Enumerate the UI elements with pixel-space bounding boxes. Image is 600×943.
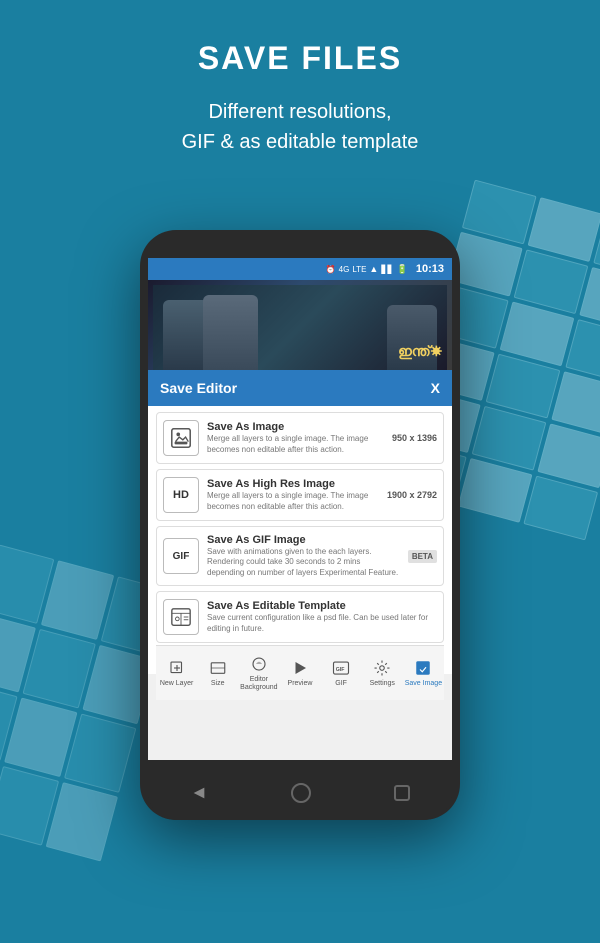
- modal-title: Save Editor: [160, 380, 237, 396]
- status-icons: ⏰ 4G LTE ▲ ▋▋ 🔋: [156, 264, 408, 275]
- save-image-desc: Merge all layers to a single image. The …: [207, 434, 384, 455]
- save-gif-icon-box: GIF: [163, 538, 199, 574]
- modal-body: Save As Image Merge all layers to a sing…: [148, 406, 452, 674]
- nav-preview[interactable]: Preview: [279, 658, 320, 688]
- save-hd-title: Save As High Res Image: [207, 478, 379, 490]
- save-gif-desc: Save with animations given to the each l…: [207, 547, 400, 578]
- gif-nav-label: GIF: [335, 680, 347, 688]
- svg-text:GIF: GIF: [336, 667, 346, 673]
- save-hd-content: Save As High Res Image Merge all layers …: [207, 478, 379, 512]
- save-template-icon-box: [163, 599, 199, 635]
- video-thumbnail: ഇന്ത്☀: [148, 280, 452, 370]
- save-image-icon-box: [163, 420, 199, 456]
- nav-new-layer[interactable]: New Layer: [156, 658, 197, 688]
- tile: [64, 713, 137, 793]
- size-icon: [207, 658, 229, 678]
- tile: [45, 782, 118, 862]
- modal-close-button[interactable]: X: [431, 380, 440, 396]
- phone-hardware-buttons: [148, 765, 452, 820]
- back-button[interactable]: [190, 784, 208, 802]
- save-image-nav-icon: [412, 658, 434, 678]
- status-time: 10:13: [416, 263, 444, 275]
- beta-label: BETA: [408, 550, 437, 563]
- header-subtitle: Different resolutions, GIF & as editable…: [0, 97, 600, 157]
- alarm-icon: ⏰: [326, 265, 336, 274]
- size-label: Size: [211, 680, 225, 688]
- editor-bg-icon: [248, 654, 270, 674]
- save-image-nav-label: Save Image: [405, 680, 442, 688]
- home-button[interactable]: [291, 783, 311, 803]
- preview-label: Preview: [288, 680, 313, 688]
- subtitle-line1: Different resolutions,: [208, 101, 391, 123]
- save-hd-resolution: 1900 x 2792: [387, 490, 437, 500]
- save-hd-desc: Merge all layers to a single image. The …: [207, 491, 379, 512]
- save-image-resolution: 950 x 1396: [392, 433, 437, 443]
- signal-bars-icon: ▋▋: [381, 265, 393, 274]
- nav-gif[interactable]: GIF GIF: [321, 658, 362, 688]
- video-overlay-text: ഇന്ത്☀: [398, 343, 442, 360]
- modal-header: Save Editor X: [148, 370, 452, 406]
- bottom-nav-bar: New Layer Size: [156, 645, 444, 700]
- image-save-icon: [170, 427, 192, 449]
- save-template-title: Save As Editable Template: [207, 600, 437, 612]
- tile: [458, 458, 533, 523]
- new-layer-label: New Layer: [160, 680, 193, 688]
- wifi-icon: ▲: [369, 264, 378, 274]
- gif-icon: GIF: [173, 551, 190, 562]
- page-title: SAVE FILES: [0, 40, 600, 77]
- save-template-option[interactable]: Save As Editable Template Save current c…: [156, 591, 444, 643]
- save-hd-icon-box: HD: [163, 477, 199, 513]
- template-icon: [170, 606, 192, 628]
- save-image-content: Save As Image Merge all layers to a sing…: [207, 421, 384, 455]
- gif-nav-icon: GIF: [330, 658, 352, 678]
- save-image-title: Save As Image: [207, 421, 384, 433]
- save-gif-badge: BETA: [408, 551, 437, 561]
- tile: [523, 476, 598, 541]
- save-gif-title: Save As GIF Image: [207, 534, 400, 546]
- nav-size[interactable]: Size: [197, 658, 238, 688]
- save-template-desc: Save current configuration like a psd fi…: [207, 613, 437, 634]
- save-image-option[interactable]: Save As Image Merge all layers to a sing…: [156, 412, 444, 464]
- signal-icon: 4G: [339, 265, 350, 274]
- status-bar: ⏰ 4G LTE ▲ ▋▋ 🔋 10:13: [148, 258, 452, 280]
- hd-icon: HD: [173, 489, 189, 501]
- lte-icon: LTE: [352, 265, 366, 274]
- preview-icon: [289, 658, 311, 678]
- save-gif-content: Save As GIF Image Save with animations g…: [207, 534, 400, 578]
- recents-button[interactable]: [394, 785, 410, 801]
- battery-icon: 🔋: [397, 264, 408, 275]
- nav-editor-bg[interactable]: Editor Background: [238, 654, 279, 691]
- editor-bg-label: Editor Background: [238, 676, 279, 691]
- save-template-content: Save As Editable Template Save current c…: [207, 600, 437, 634]
- settings-icon: [371, 658, 393, 678]
- save-gif-option[interactable]: GIF Save As GIF Image Save with animatio…: [156, 526, 444, 586]
- nav-save-image[interactable]: Save Image: [403, 658, 444, 688]
- subtitle-line2: GIF & as editable template: [182, 131, 419, 153]
- save-modal: Save Editor X: [148, 370, 452, 674]
- settings-label: Settings: [370, 680, 395, 688]
- save-hd-option[interactable]: HD Save As High Res Image Merge all laye…: [156, 469, 444, 521]
- phone-screen: ⏰ 4G LTE ▲ ▋▋ 🔋 10:13 ഇന്ത്☀: [148, 258, 452, 760]
- phone-device: ⏰ 4G LTE ▲ ▋▋ 🔋 10:13 ഇന്ത്☀: [140, 230, 460, 820]
- new-layer-icon: [166, 658, 188, 678]
- phone-body: ⏰ 4G LTE ▲ ▋▋ 🔋 10:13 ഇന്ത്☀: [140, 230, 460, 820]
- header-section: SAVE FILES Different resolutions, GIF & …: [0, 40, 600, 157]
- nav-settings[interactable]: Settings: [362, 658, 403, 688]
